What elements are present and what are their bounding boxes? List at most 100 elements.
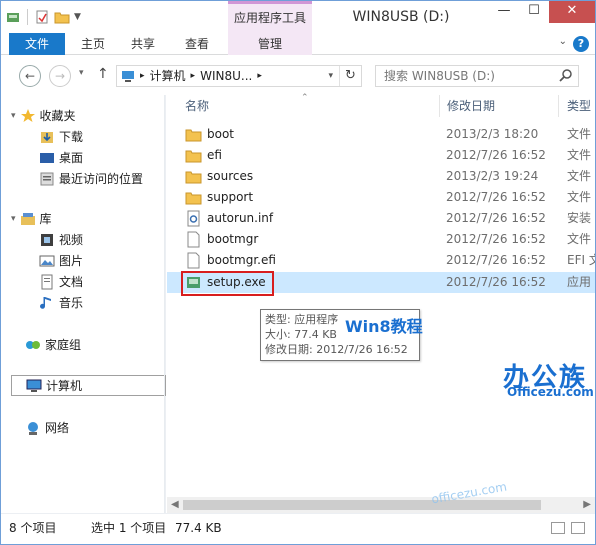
computer-breadcrumb-icon bbox=[122, 71, 134, 82]
watermark-site: Officezu.com bbox=[507, 385, 594, 399]
file-row[interactable]: autorun.inf 2012/7/26 16:52 安装 bbox=[167, 208, 595, 229]
quick-access-toolbar: ▼ bbox=[5, 8, 81, 26]
details-view-icon[interactable] bbox=[551, 522, 565, 534]
column-divider[interactable] bbox=[558, 95, 559, 117]
tab-view[interactable]: 查看 bbox=[173, 33, 221, 55]
recent-locations-icon[interactable]: ▾ bbox=[79, 68, 84, 78]
back-button[interactable]: ← bbox=[19, 65, 41, 87]
window-controls: — ☐ ✕ bbox=[489, 1, 595, 23]
file-date: 2012/7/26 16:52 bbox=[446, 148, 546, 162]
homegroup-icon bbox=[26, 340, 40, 349]
minimize-button[interactable]: — bbox=[489, 1, 519, 23]
folder-icon bbox=[185, 192, 202, 205]
search-input[interactable]: 搜索 WIN8USB (D:) bbox=[375, 65, 579, 87]
address-bar-row: ← → ▾ ↑ ▸ 计算机 ▸ WIN8U... ▸ ▾ ↻ 搜索 WIN8US… bbox=[1, 56, 595, 94]
qat-dropdown-icon[interactable]: ▼ bbox=[74, 12, 81, 22]
new-folder-icon[interactable] bbox=[54, 9, 70, 25]
nav-documents-label: 文档 bbox=[59, 275, 84, 289]
file-row[interactable]: bootmgr 2012/7/26 16:52 文件 bbox=[167, 229, 595, 250]
status-size: 77.4 KB bbox=[175, 521, 222, 535]
nav-homegroup-label: 家庭组 bbox=[45, 338, 82, 352]
column-type[interactable]: 类型 bbox=[567, 95, 591, 117]
breadcrumb-computer[interactable]: 计算机 bbox=[150, 66, 186, 86]
nav-favorites[interactable]: ▾ 收藏夹 bbox=[11, 105, 176, 126]
column-date[interactable]: 修改日期 bbox=[447, 95, 495, 117]
scrollbar-thumb[interactable] bbox=[183, 500, 541, 510]
file-name: sources bbox=[207, 169, 254, 183]
tooltip-date: 修改日期: 2012/7/26 16:52 bbox=[265, 343, 408, 356]
nav-favorites-label: 收藏夹 bbox=[39, 109, 76, 123]
tab-manage[interactable]: 管理 bbox=[228, 33, 312, 55]
file-date: 2012/7/26 16:52 bbox=[446, 253, 546, 267]
app-drive-icon bbox=[7, 13, 19, 22]
column-divider[interactable] bbox=[439, 95, 440, 117]
file-type: 文件 bbox=[567, 127, 592, 141]
forward-button[interactable]: → bbox=[49, 65, 71, 87]
nav-homegroup[interactable]: 家庭组 bbox=[25, 334, 190, 355]
help-icon[interactable]: ? bbox=[573, 36, 589, 52]
file-date: 2012/7/26 16:52 bbox=[446, 232, 546, 246]
refresh-icon[interactable]: ↻ bbox=[339, 66, 361, 86]
breadcrumb: ▸ 计算机 ▸ WIN8U... ▸ bbox=[121, 66, 262, 86]
address-field[interactable]: ▸ 计算机 ▸ WIN8U... ▸ ▾ ↻ bbox=[116, 65, 362, 87]
tab-file[interactable]: 文件 bbox=[9, 33, 65, 55]
search-placeholder: 搜索 WIN8USB (D:) bbox=[384, 69, 495, 83]
file-name: support bbox=[207, 190, 254, 204]
file-row[interactable]: support 2012/7/26 16:52 文件 bbox=[167, 187, 595, 208]
file-list: ⌃ 名称 修改日期 类型 boot 2013/2/3 18:20 文件 efi … bbox=[167, 93, 595, 513]
tab-share[interactable]: 共享 bbox=[121, 33, 165, 55]
file-date: 2013/2/3 19:24 bbox=[446, 169, 539, 183]
file-row[interactable]: bootmgr.efi 2012/7/26 16:52 EFI 文 bbox=[167, 250, 595, 271]
close-button[interactable]: ✕ bbox=[549, 1, 595, 23]
file-row[interactable]: boot 2013/2/3 18:20 文件 bbox=[167, 124, 595, 145]
sort-ascending-icon: ⌃ bbox=[301, 93, 309, 103]
nav-network-label: 网络 bbox=[45, 421, 70, 435]
properties-icon[interactable] bbox=[34, 9, 50, 25]
large-icons-view-icon[interactable] bbox=[571, 522, 585, 534]
scroll-left-icon[interactable]: ◀ bbox=[171, 499, 179, 510]
expand-ribbon-icon[interactable]: ⌄ bbox=[559, 36, 567, 47]
file-type: 文件 bbox=[567, 169, 592, 183]
column-name[interactable]: 名称 bbox=[185, 95, 209, 117]
address-dropdown-icon[interactable]: ▾ bbox=[328, 66, 333, 86]
status-selected: 选中 1 个项目 bbox=[91, 521, 167, 535]
highlight-box bbox=[181, 271, 274, 296]
pictures-icon bbox=[39, 255, 55, 266]
breadcrumb-drive[interactable]: WIN8U... bbox=[200, 66, 252, 86]
file-date: 2012/7/26 16:52 bbox=[446, 190, 546, 204]
file-type: 安装 bbox=[567, 211, 592, 225]
file-date: 2012/7/26 16:52 bbox=[446, 211, 546, 225]
nav-pictures-label: 图片 bbox=[59, 254, 84, 268]
maximize-button[interactable]: ☐ bbox=[519, 1, 549, 23]
explorer-window: ▼ 应用程序工具 WIN8USB (D:) — ☐ ✕ 文件 主页 共享 查看 … bbox=[0, 0, 596, 545]
title-bar: ▼ 应用程序工具 WIN8USB (D:) — ☐ ✕ bbox=[1, 1, 595, 33]
up-button[interactable]: ↑ bbox=[97, 66, 109, 82]
scroll-right-icon[interactable]: ▶ bbox=[583, 499, 591, 510]
settings-file-icon bbox=[187, 210, 200, 227]
nav-network[interactable]: 网络 bbox=[25, 417, 190, 438]
desktop-icon bbox=[40, 152, 54, 163]
qat-separator bbox=[27, 9, 28, 25]
nav-videos-label: 视频 bbox=[59, 233, 84, 247]
status-item-count: 8 个项目 bbox=[9, 521, 57, 535]
nav-computer[interactable]: 计算机 bbox=[11, 375, 166, 396]
file-name: bootmgr bbox=[207, 232, 259, 246]
nav-libraries[interactable]: ▾ 库 bbox=[11, 208, 176, 229]
folder-icon bbox=[185, 150, 202, 163]
context-tab-title: 应用程序工具 bbox=[228, 1, 312, 33]
horizontal-scrollbar[interactable]: ◀ ▶ bbox=[167, 497, 595, 513]
nav-recent-label: 最近访问的位置 bbox=[59, 172, 144, 186]
nav-desktop-label: 桌面 bbox=[59, 151, 84, 165]
network-icon bbox=[28, 421, 38, 435]
search-icon[interactable] bbox=[558, 68, 574, 84]
tab-home[interactable]: 主页 bbox=[71, 33, 115, 55]
expand-arrow-icon[interactable]: ▾ bbox=[11, 111, 16, 121]
file-row[interactable]: efi 2012/7/26 16:52 文件 bbox=[167, 145, 595, 166]
navigation-pane: ▾ 收藏夹 下载 桌面 最近访问的位置 ▾ 库 视频 图片 文档 音乐 家庭组 … bbox=[1, 95, 166, 513]
folder-icon bbox=[185, 171, 202, 184]
file-date: 2013/2/3 18:20 bbox=[446, 127, 539, 141]
expand-arrow-icon[interactable]: ▾ bbox=[11, 214, 16, 224]
library-icon bbox=[20, 212, 35, 225]
window-title: WIN8USB (D:) bbox=[352, 9, 450, 25]
file-row[interactable]: sources 2013/2/3 19:24 文件 bbox=[167, 166, 595, 187]
